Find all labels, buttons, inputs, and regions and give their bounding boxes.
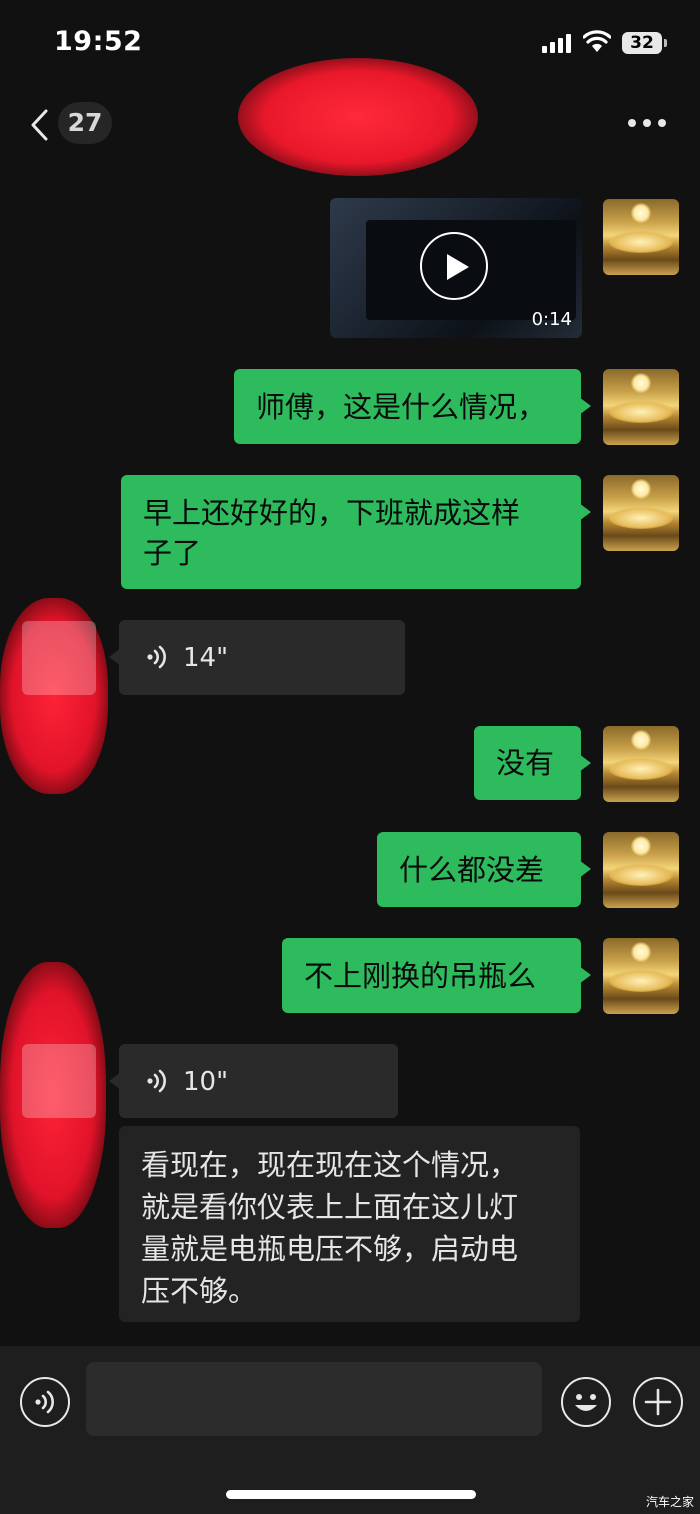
sent-message-bubble[interactable]: 不上刚换的吊瓶么 [282,938,591,1013]
sent-message-bubble[interactable]: 早上还好好的，下班就成这样 子了 [121,475,591,589]
battery-tip [664,39,667,47]
video-message[interactable]: 0:14 [330,198,582,338]
message-text: 不上刚换的吊瓶么 [304,959,537,993]
voice-input-button[interactable] [20,1377,70,1427]
watermark: 汽车之家 [645,1495,694,1509]
redacted-chat-title [238,58,478,176]
transcript-text: 看现在，现在现在这个情况， 就是看你仪表上上面在这儿灯 量就是电瓶电压不够，启动… [141,1148,519,1308]
unread-count-badge[interactable]: 27 [58,102,112,144]
message-text: 什么都没差 [399,853,545,887]
plus-button[interactable] [633,1377,683,1427]
status-time: 19:52 [54,26,143,57]
home-indicator [226,1490,476,1499]
wifi-icon [583,30,611,52]
voice-icon [35,1390,54,1414]
my-avatar[interactable] [603,726,679,802]
my-avatar[interactable] [603,832,679,908]
contact-avatar[interactable] [22,621,96,695]
play-icon[interactable] [420,232,488,300]
chevron-left-icon[interactable] [28,108,50,142]
cellular-signal-icon [542,33,574,53]
emoji-button[interactable] [561,1377,611,1427]
sent-message-bubble[interactable]: 没有 [474,726,591,800]
ellipsis-icon[interactable] [628,116,668,130]
my-avatar[interactable] [603,475,679,551]
contact-avatar[interactable] [22,1044,96,1118]
message-text: 师傅，这是什么情况， [256,390,547,424]
battery-indicator: 32 [622,32,662,54]
voice-transcript[interactable]: 看现在，现在现在这个情况， 就是看你仪表上上面在这儿灯 量就是电瓶电压不够，启动… [119,1126,580,1322]
my-avatar[interactable] [603,938,679,1014]
voice-message[interactable]: 14" [109,620,405,695]
voice-duration: 14" [183,643,229,673]
video-duration: 0:14 [531,309,572,330]
emoji-icon [575,1394,597,1411]
message-text: 早上还好好的，下班就成这样 子了 [143,496,521,570]
message-input[interactable] [86,1362,542,1436]
my-avatar[interactable] [603,199,679,275]
voice-duration: 10" [183,1067,229,1097]
message-text: 没有 [496,746,555,780]
my-avatar[interactable] [603,369,679,445]
voice-icon [147,645,166,669]
plus-icon [644,1388,672,1416]
sent-message-bubble[interactable]: 师傅，这是什么情况， [234,369,591,444]
sent-message-bubble[interactable]: 什么都没差 [377,832,591,907]
voice-message[interactable]: 10" [109,1044,398,1118]
voice-icon [147,1069,166,1093]
